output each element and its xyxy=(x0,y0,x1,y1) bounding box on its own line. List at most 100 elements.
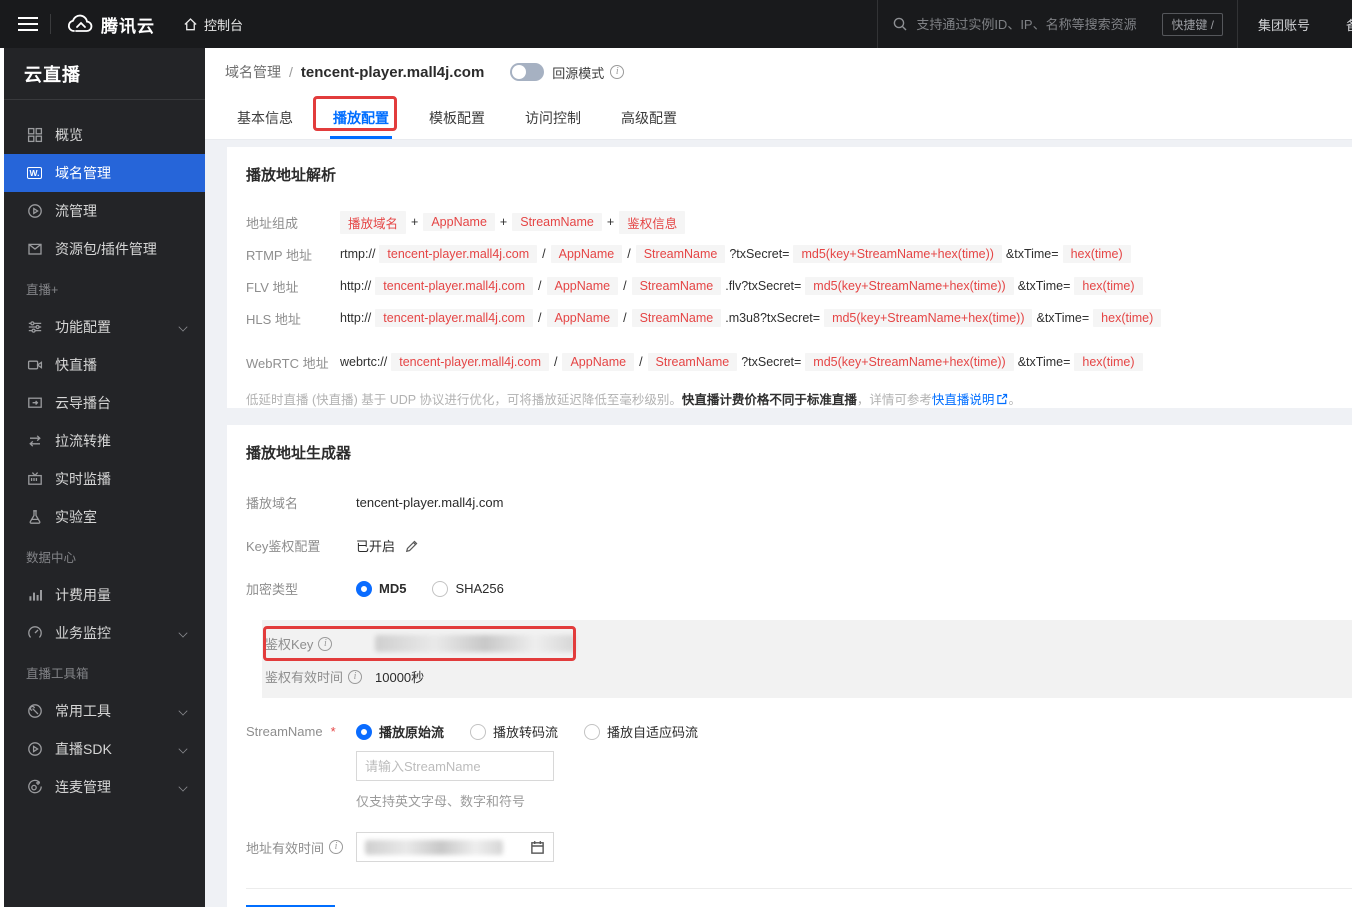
appname-chip: AppName xyxy=(546,309,619,327)
compose-chip: 播放域名 xyxy=(340,210,407,234)
radio-adaptive-stream[interactable]: 播放自适应码流 xyxy=(584,722,698,741)
secret-chip: md5(key+StreamName+hex(time)) xyxy=(805,353,1014,371)
breadcrumb-parent-link[interactable]: 域名管理 xyxy=(225,62,281,82)
sidebar-item-cloud-caster[interactable]: 云导播台 xyxy=(4,384,205,422)
fast-live-doc-link[interactable]: 快直播说明 xyxy=(932,393,995,407)
breadcrumb-separator: / xyxy=(289,64,293,80)
sidebar-item-stream-management[interactable]: 流管理 xyxy=(4,192,205,230)
address-expire-datepicker[interactable] xyxy=(356,832,554,862)
sidebar-product-title: 云直播 xyxy=(4,48,205,100)
sidebar-item-label: 域名管理 xyxy=(55,165,111,181)
flask-icon xyxy=(26,509,43,526)
compose-chip: 鉴权信息 xyxy=(619,210,686,234)
sidebar-item-overview[interactable]: 概览 xyxy=(4,116,205,154)
sidebar-item-package-management[interactable]: 资源包/插件管理 xyxy=(4,230,205,268)
tools-icon xyxy=(26,703,43,720)
radio-selected-icon xyxy=(356,723,372,740)
sidebar-item-stream-relay[interactable]: 拉流转推 xyxy=(4,422,205,460)
tencent-cloud-logo[interactable]: 腾讯云 xyxy=(61,12,169,37)
tab-bar: 基本信息 播放配置 模板配置 访问控制 高级配置 xyxy=(205,97,1352,140)
sidebar-item-live-sdk[interactable]: 直播SDK xyxy=(4,730,205,768)
console-link[interactable]: 控制台 xyxy=(169,15,257,34)
auth-expire-value: 10000秒 xyxy=(375,670,425,685)
sidebar-item-realtime-monitor[interactable]: 实时监播 xyxy=(4,460,205,498)
tab-playback-config[interactable]: 播放配置 xyxy=(330,97,392,139)
sidebar-item-label: 业务监控 xyxy=(55,625,111,641)
domain-chip: tencent-player.mall4j.com xyxy=(379,245,538,263)
redacted-expire-value xyxy=(365,839,503,855)
appname-chip: AppName xyxy=(562,353,635,371)
sidebar-section-live-plus: 直播+ xyxy=(26,282,59,297)
sidebar-item-domain-management[interactable]: W. 域名管理 xyxy=(4,154,205,192)
chevron-down-icon xyxy=(178,322,188,332)
group-account-link[interactable]: 集团账号 xyxy=(1236,0,1330,48)
tab-access-control[interactable]: 访问控制 xyxy=(525,97,581,139)
sidebar-item-billing-usage[interactable]: 计费用量 xyxy=(4,576,205,614)
hamburger-menu-icon[interactable] xyxy=(0,0,46,48)
domain-chip: tencent-player.mall4j.com xyxy=(391,353,549,371)
auth-expire-row: 鉴权有效时间 i 10000秒 xyxy=(265,667,1352,686)
info-icon[interactable]: i xyxy=(318,636,333,651)
tab-basic-info[interactable]: 基本信息 xyxy=(237,97,293,139)
fast-live-icon xyxy=(26,357,43,374)
console-label: 控制台 xyxy=(204,17,244,33)
radio-transcoded-stream[interactable]: 播放转码流 xyxy=(470,722,558,741)
sidebar-item-label: 快直播 xyxy=(55,357,97,373)
sidebar-item-mic-management[interactable]: 连麦管理 xyxy=(4,768,205,806)
sidebar-item-business-monitor[interactable]: 业务监控 xyxy=(4,614,205,652)
breadcrumb-current-domain: tencent-player.mall4j.com xyxy=(300,63,485,81)
sliders-icon xyxy=(26,319,43,336)
redacted-auth-key-value xyxy=(375,635,575,652)
time-chip: hex(time) xyxy=(1062,245,1131,263)
stream-name-input[interactable] xyxy=(356,751,554,781)
chevron-down-icon xyxy=(178,744,188,754)
radio-unselected-icon xyxy=(584,723,601,740)
sidebar-item-feature-config[interactable]: 功能配置 xyxy=(4,308,205,346)
origin-mode-toggle[interactable] xyxy=(510,63,545,81)
secret-chip: md5(key+StreamName+hex(time)) xyxy=(793,245,1002,263)
streamname-chip: StreamName xyxy=(635,245,726,263)
tv-monitor-icon xyxy=(26,471,43,488)
overview-grid-icon xyxy=(26,127,43,144)
search-input[interactable] xyxy=(916,16,1155,32)
sidebar-item-label: 连麦管理 xyxy=(55,779,111,795)
secret-chip: md5(key+StreamName+hex(time)) xyxy=(824,309,1033,327)
tab-template-config[interactable]: 模板配置 xyxy=(429,97,485,139)
streamname-chip: StreamName xyxy=(647,353,738,371)
info-icon[interactable]: i xyxy=(329,840,344,854)
info-icon[interactable]: i xyxy=(610,65,625,79)
flv-address-row: FLV 地址 http:// tencent-player.mall4j.com… xyxy=(246,275,1352,297)
divider xyxy=(50,14,51,34)
shortcut-badge: 快捷键 / xyxy=(1162,12,1223,36)
radio-original-stream[interactable]: 播放原始流 xyxy=(356,722,444,741)
tab-advanced-config[interactable]: 高级配置 xyxy=(621,97,677,139)
package-icon xyxy=(26,241,43,258)
sidebar-item-lab[interactable]: 实验室 xyxy=(4,498,205,536)
radio-md5[interactable]: MD5 xyxy=(356,580,406,597)
cloud-icon xyxy=(67,14,93,32)
external-link-icon xyxy=(997,393,1008,405)
sidebar-item-fast-live[interactable]: 快直播 xyxy=(4,346,205,384)
sidebar-item-common-tools[interactable]: 常用工具 xyxy=(4,692,205,730)
toggle-knob xyxy=(512,65,527,79)
domain-chip: tencent-player.mall4j.com xyxy=(375,309,534,327)
edit-pencil-icon[interactable] xyxy=(405,539,419,553)
radio-sha256[interactable]: SHA256 xyxy=(432,580,504,597)
domain-icon: W. xyxy=(26,165,43,182)
time-chip: hex(time) xyxy=(1093,309,1162,327)
auth-key-band: 鉴权Key i 鉴权有效时间 i 10000秒 xyxy=(262,620,1352,698)
generator-title: 播放地址生成器 xyxy=(246,445,352,462)
sidebar-item-label: 直播SDK xyxy=(55,741,112,757)
sidebar: 云直播 概览 W. 域名管理 流管理 资源包/插件管理 直播+ 功能配置 快直播 xyxy=(4,48,205,907)
global-search[interactable]: 快捷键 / xyxy=(877,0,1237,48)
info-icon[interactable]: i xyxy=(348,669,363,684)
stream-name-hint: 仅支持英文字母、数字和符号 xyxy=(356,794,526,809)
calendar-icon xyxy=(531,840,544,854)
radio-unselected-icon xyxy=(432,580,449,597)
truncated-nav-item[interactable]: 备 xyxy=(1330,0,1352,48)
home-icon xyxy=(184,17,197,30)
appname-chip: AppName xyxy=(550,245,623,263)
time-chip: hex(time) xyxy=(1074,353,1143,371)
form-divider xyxy=(246,888,1352,889)
auth-key-row: 鉴权Key i xyxy=(265,634,1352,653)
